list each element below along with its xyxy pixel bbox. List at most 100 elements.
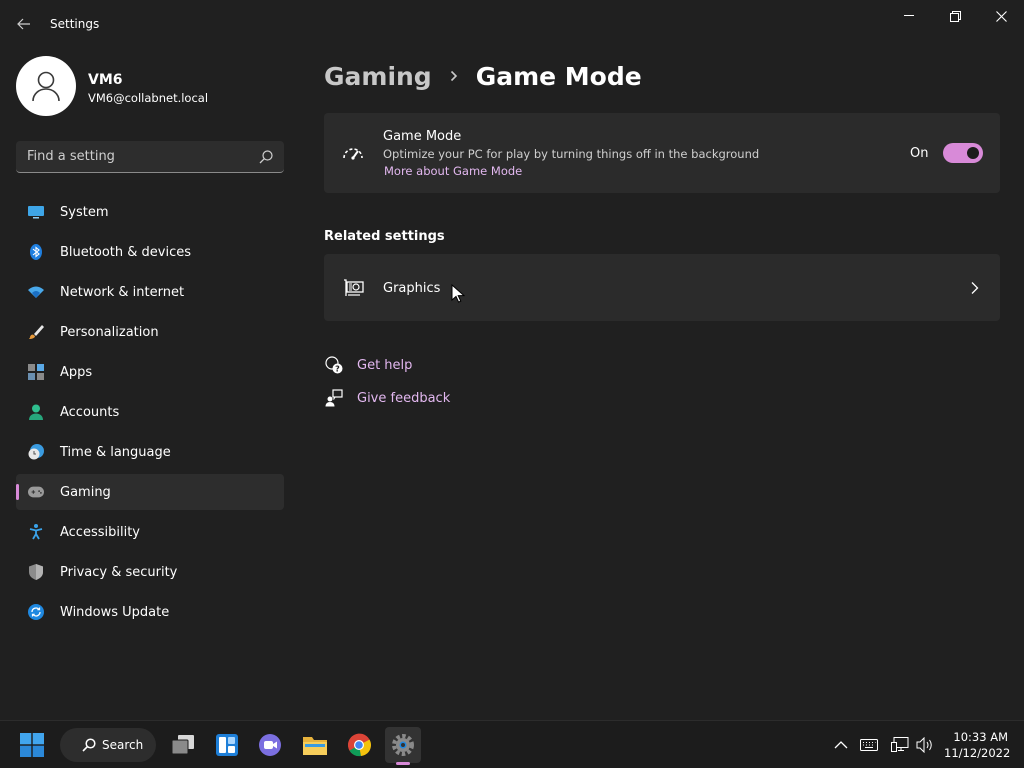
active-app-indicator (396, 762, 410, 765)
clock-time: 10:33 AM (953, 730, 1008, 744)
game-mode-card: Game Mode Optimize your PC for play by t… (324, 113, 1000, 193)
sidebar-item-network[interactable]: Network & internet (16, 274, 284, 310)
settings-taskbar-button[interactable] (385, 727, 421, 763)
breadcrumb-parent[interactable]: Gaming (324, 62, 432, 91)
sidebar-item-time-language[interactable]: Time & language (16, 434, 284, 470)
sidebar-item-label: Network & internet (60, 285, 185, 300)
sidebar-item-apps[interactable]: Apps (16, 354, 284, 390)
back-button[interactable] (10, 12, 38, 36)
accessibility-icon (28, 524, 44, 540)
chevron-right-icon (432, 70, 476, 82)
gear-icon (392, 734, 414, 756)
apps-icon (28, 364, 44, 380)
widgets-button[interactable] (209, 727, 245, 763)
page-title: Game Mode (475, 61, 642, 91)
chrome-button[interactable] (341, 727, 377, 763)
game-mode-title: Game Mode (383, 129, 462, 144)
get-help-link[interactable]: ? Get help (324, 354, 412, 376)
network-tray-button[interactable] (890, 735, 910, 755)
user-name: VM6 (88, 72, 123, 88)
search-icon[interactable] (258, 149, 274, 165)
network-icon (891, 737, 909, 752)
user-email: VM6@collabnet.local (88, 91, 209, 105)
speedometer-icon (343, 148, 363, 160)
sidebar-item-accessibility[interactable]: Accessibility (16, 514, 284, 550)
brush-icon (28, 324, 44, 340)
sidebar-item-label: Windows Update (60, 605, 170, 620)
sidebar-item-bluetooth[interactable]: Bluetooth & devices (16, 234, 284, 270)
title-bar: Settings (0, 0, 1024, 48)
graphics-card[interactable]: Graphics (324, 254, 1000, 321)
sidebar-item-privacy[interactable]: Privacy & security (16, 554, 284, 590)
update-icon (28, 604, 44, 620)
windows-logo-icon (20, 733, 44, 757)
person-icon (28, 404, 44, 420)
sidebar-item-personalization[interactable]: Personalization (16, 314, 284, 350)
wifi-icon (28, 284, 44, 300)
sidebar-item-label: Bluetooth & devices (60, 245, 191, 260)
graphics-card-icon (344, 279, 364, 296)
give-feedback-link[interactable]: Give feedback (324, 387, 450, 409)
settings-search[interactable] (16, 141, 284, 173)
svg-text:?: ? (335, 365, 340, 374)
help-chat-icon: ? (324, 355, 344, 375)
search-icon (82, 738, 96, 752)
bluetooth-icon (28, 244, 44, 260)
close-icon (995, 10, 1007, 22)
keyboard-icon (860, 739, 878, 751)
restore-icon (949, 10, 961, 22)
task-view-button[interactable] (165, 727, 201, 763)
sidebar-item-system[interactable]: System (16, 194, 284, 230)
graphics-label: Graphics (383, 281, 441, 296)
show-hidden-icons-button[interactable] (831, 735, 851, 755)
volume-tray-button[interactable] (915, 735, 935, 755)
system-clock[interactable]: 10:33 AM 11/12/2022 (944, 729, 1011, 761)
sidebar-item-label: Personalization (60, 325, 159, 340)
app-title: Settings (50, 17, 100, 31)
restore-button[interactable] (932, 0, 978, 32)
close-button[interactable] (978, 0, 1024, 32)
sidebar-item-accounts[interactable]: Accounts (16, 394, 284, 430)
taskbar-search-button[interactable]: Search (60, 728, 156, 762)
toggle-state-label: On (910, 146, 929, 161)
teams-chat-button[interactable] (252, 727, 288, 763)
volume-icon (916, 737, 932, 753)
keyboard-layout-button[interactable] (859, 735, 879, 755)
feedback-icon (324, 388, 344, 408)
mouse-cursor-icon (451, 284, 465, 303)
sidebar-item-label: System (60, 205, 109, 220)
sidebar-item-label: Time & language (60, 445, 171, 460)
avatar (16, 56, 76, 116)
back-arrow-icon (17, 18, 30, 30)
gamepad-icon (28, 484, 44, 500)
user-profile[interactable]: VM6 VM6@collabnet.local (16, 56, 286, 118)
task-view-icon (171, 735, 194, 755)
chrome-icon (348, 733, 371, 757)
breadcrumb: Gaming Game Mode (324, 58, 642, 94)
start-button[interactable] (14, 727, 50, 763)
taskbar: Search 10:33 AM 11/12/2022 (0, 720, 1024, 768)
file-explorer-button[interactable] (297, 727, 333, 763)
sidebar-item-label: Accounts (60, 405, 120, 420)
sidebar-nav: System Bluetooth & devices Network & int… (16, 194, 284, 634)
get-help-label: Get help (357, 357, 413, 373)
taskbar-search-label: Search (102, 738, 144, 752)
more-about-game-mode-link[interactable]: More about Game Mode (384, 164, 522, 178)
person-icon (32, 71, 60, 102)
clock-date: 11/12/2022 (944, 746, 1011, 760)
widgets-icon (216, 734, 238, 756)
sidebar-item-label: Gaming (60, 485, 111, 500)
give-feedback-label: Give feedback (357, 390, 451, 406)
chat-icon (259, 734, 281, 756)
sidebar-item-gaming[interactable]: Gaming (16, 474, 284, 510)
game-mode-description: Optimize your PC for play by turning thi… (383, 147, 760, 161)
search-input[interactable] (16, 141, 246, 172)
minimize-icon (904, 15, 914, 16)
related-settings-heading: Related settings (324, 229, 445, 244)
minimize-button[interactable] (886, 0, 932, 32)
monitor-icon (28, 204, 44, 220)
sidebar-item-windows-update[interactable]: Windows Update (16, 594, 284, 630)
clock-globe-icon (28, 444, 44, 460)
shield-icon (28, 564, 44, 580)
game-mode-toggle[interactable] (943, 143, 983, 163)
